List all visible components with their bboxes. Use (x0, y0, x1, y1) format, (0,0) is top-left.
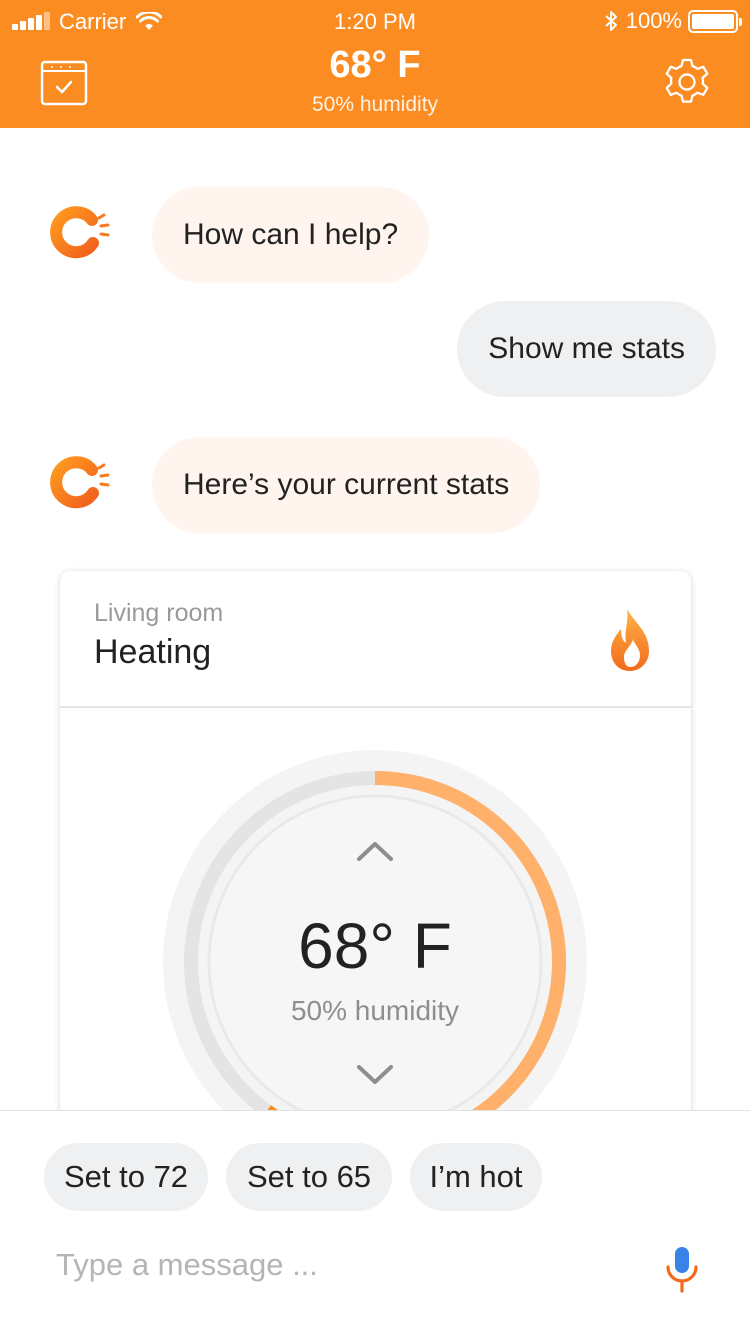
flame-icon (611, 609, 649, 671)
header-temperature: 68° F (329, 44, 421, 86)
chevron-down-icon[interactable] (353, 1061, 397, 1089)
chevron-up-icon[interactable] (353, 837, 397, 865)
composer-area: Set to 72 Set to 65 I’m hot (0, 1110, 750, 1334)
gear-icon[interactable] (662, 57, 712, 107)
bot-avatar-icon (50, 206, 110, 259)
user-message: Show me stats (457, 301, 716, 397)
header-humidity: 50% humidity (311, 93, 439, 116)
quick-reply-set-65[interactable]: Set to 65 (226, 1143, 392, 1211)
card-divider (60, 706, 691, 708)
message-input[interactable] (56, 1241, 616, 1289)
mode-label: Heating (94, 633, 212, 671)
stats-card: Living room Heating 68° F 50% humidity (60, 571, 691, 1131)
bluetooth-icon (605, 11, 617, 31)
app-header: Carrier 1:20 PM 100% 68° F 50% humidity (0, 0, 750, 128)
dial-temperature: 68° F (298, 910, 452, 982)
battery-icon (688, 9, 742, 33)
bot-message: Here’s your current stats (152, 437, 541, 533)
dial-humidity: 50% humidity (290, 995, 460, 1026)
microphone-icon[interactable] (664, 1245, 700, 1295)
quick-reply-set-72[interactable]: Set to 72 (44, 1143, 208, 1211)
quick-reply-im-hot[interactable]: I’m hot (410, 1143, 542, 1211)
battery-percent: 100% (625, 8, 682, 33)
bot-message: How can I help? (152, 187, 430, 283)
bot-avatar-icon (50, 456, 110, 509)
status-bar: Carrier 1:20 PM 100% (0, 0, 750, 40)
room-label: Living room (94, 599, 224, 627)
